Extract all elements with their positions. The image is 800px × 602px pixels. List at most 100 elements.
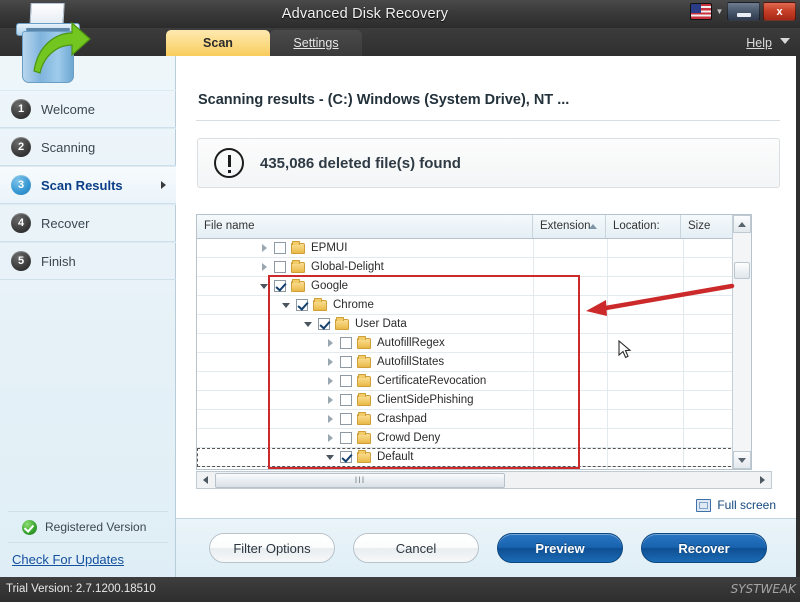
table-row[interactable]: AutofillRegex [197,334,751,353]
check-for-updates-link[interactable]: Check For Updates [0,543,176,577]
row-checkbox[interactable] [340,451,352,463]
chevron-down-icon[interactable]: ▼ [715,3,724,20]
row-checkbox[interactable] [274,261,286,273]
triangle-right-icon[interactable] [325,433,336,444]
sidebar-item-label: Recover [41,216,89,231]
row-file-name-cell: Global-Delight [197,258,384,277]
table-row[interactable]: Crowd Deny [197,429,751,448]
row-file-name: ClientSidePhishing [377,394,474,406]
table-row[interactable]: ClientSidePhishing [197,391,751,410]
status-bar: Trial Version: 2.7.1200.18510 SYSTWEAK [0,577,800,602]
close-button[interactable]: x [763,2,796,21]
step-badge: 1 [11,99,31,119]
folder-icon [357,338,371,349]
folder-icon [357,452,371,463]
column-header-file-name[interactable]: File name [197,215,533,238]
row-checkbox[interactable] [340,375,352,387]
grid-header-row: File name Extension Location: Size [197,215,751,239]
scroll-down-button[interactable] [733,451,751,469]
column-header-extension[interactable]: Extension [533,215,606,238]
green-check-icon [22,520,37,535]
table-row[interactable]: CertificateRevocation [197,372,751,391]
horizontal-scroll-thumb[interactable]: III [215,473,505,488]
sidebar-item-finish[interactable]: 5 Finish [0,242,176,280]
triangle-down-icon[interactable] [325,452,336,463]
row-checkbox[interactable] [340,337,352,349]
logo-green-arrow-icon [28,17,92,77]
table-row[interactable]: Global-Delight [197,258,751,277]
row-file-name: Crashpad [377,413,427,425]
cancel-button[interactable]: Cancel [353,533,479,563]
folder-icon [291,262,305,273]
triangle-right-icon[interactable] [259,262,270,273]
caret-down-icon[interactable] [780,38,790,44]
row-checkbox[interactable] [340,394,352,406]
row-checkbox[interactable] [340,356,352,368]
row-checkbox[interactable] [274,280,286,292]
help-label: Help [746,36,772,50]
triangle-right-icon[interactable] [259,243,270,254]
row-checkbox[interactable] [340,413,352,425]
table-row[interactable]: Crashpad [197,410,751,429]
grid-horizontal-scrollbar[interactable]: III [196,471,772,489]
row-checkbox[interactable] [318,318,330,330]
folder-icon [357,414,371,425]
page-title: Scanning results - (C:) Windows (System … [198,92,569,108]
results-banner: 435,086 deleted file(s) found [197,138,780,188]
help-menu[interactable]: Help [746,28,772,56]
column-header-extension-label: Extension [540,220,591,232]
triangle-down-icon[interactable] [259,281,270,292]
app-title: Advanced Disk Recovery [0,0,800,28]
sidebar-item-scanning[interactable]: 2 Scanning [0,128,176,166]
table-row[interactable]: EPMUI [197,239,751,258]
window-controls: ▼ x [690,2,796,21]
scroll-up-button[interactable] [733,215,751,233]
scroll-right-button[interactable] [754,472,771,488]
tab-settings[interactable]: Settings [270,30,362,56]
folder-icon [357,395,371,406]
triangle-right-icon[interactable] [325,338,336,349]
row-file-name: AutofillRegex [377,337,445,349]
filter-options-button[interactable]: Filter Options [209,533,335,563]
us-flag-icon[interactable] [690,3,712,20]
recover-button[interactable]: Recover [641,533,767,563]
row-file-name-cell: User Data [197,315,407,334]
sidebar-item-scan-results[interactable]: 3 Scan Results [0,166,176,204]
minimize-button[interactable] [727,2,760,21]
column-header-location[interactable]: Location: [606,215,681,238]
triangle-right-icon[interactable] [325,395,336,406]
full-screen-link[interactable]: Full screen [696,498,776,512]
application-window: Advanced Disk Recovery ▼ x Scan Settings… [0,0,800,602]
folder-icon [291,243,305,254]
triangle-down-icon[interactable] [303,319,314,330]
sidebar-footer: Registered Version Check For Updates [0,511,176,577]
row-file-name-cell: Default [197,448,413,467]
triangle-right-icon[interactable] [325,414,336,425]
annotation-arrow-icon [580,280,740,320]
sidebar-item-label: Finish [41,254,76,269]
scroll-left-button[interactable] [197,472,214,488]
row-checkbox[interactable] [296,299,308,311]
sidebar-item-welcome[interactable]: 1 Welcome [0,90,176,128]
tab-scan[interactable]: Scan [166,30,270,56]
table-row[interactable]: Default [197,448,751,467]
row-file-name: Chrome [333,299,374,311]
results-grid: File name Extension Location: Size EPMUI… [196,214,752,470]
row-checkbox[interactable] [274,242,286,254]
vertical-scroll-thumb[interactable] [734,262,750,279]
sidebar-item-recover[interactable]: 4 Recover [0,204,176,242]
grid-vertical-scrollbar[interactable] [732,215,751,469]
triangle-down-icon[interactable] [281,300,292,311]
row-file-name-cell: Google [197,277,348,296]
step-badge: 2 [11,137,31,157]
row-checkbox[interactable] [340,432,352,444]
triangle-down-icon [738,458,746,463]
row-file-name-cell: AutofillStates [197,353,444,372]
window-right-edge [796,56,800,577]
triangle-right-icon[interactable] [325,357,336,368]
registered-version-row: Registered Version [0,512,176,542]
row-file-name-cell: Crashpad [197,410,427,429]
table-row[interactable]: AutofillStates [197,353,751,372]
triangle-right-icon[interactable] [325,376,336,387]
preview-button[interactable]: Preview [497,533,623,563]
